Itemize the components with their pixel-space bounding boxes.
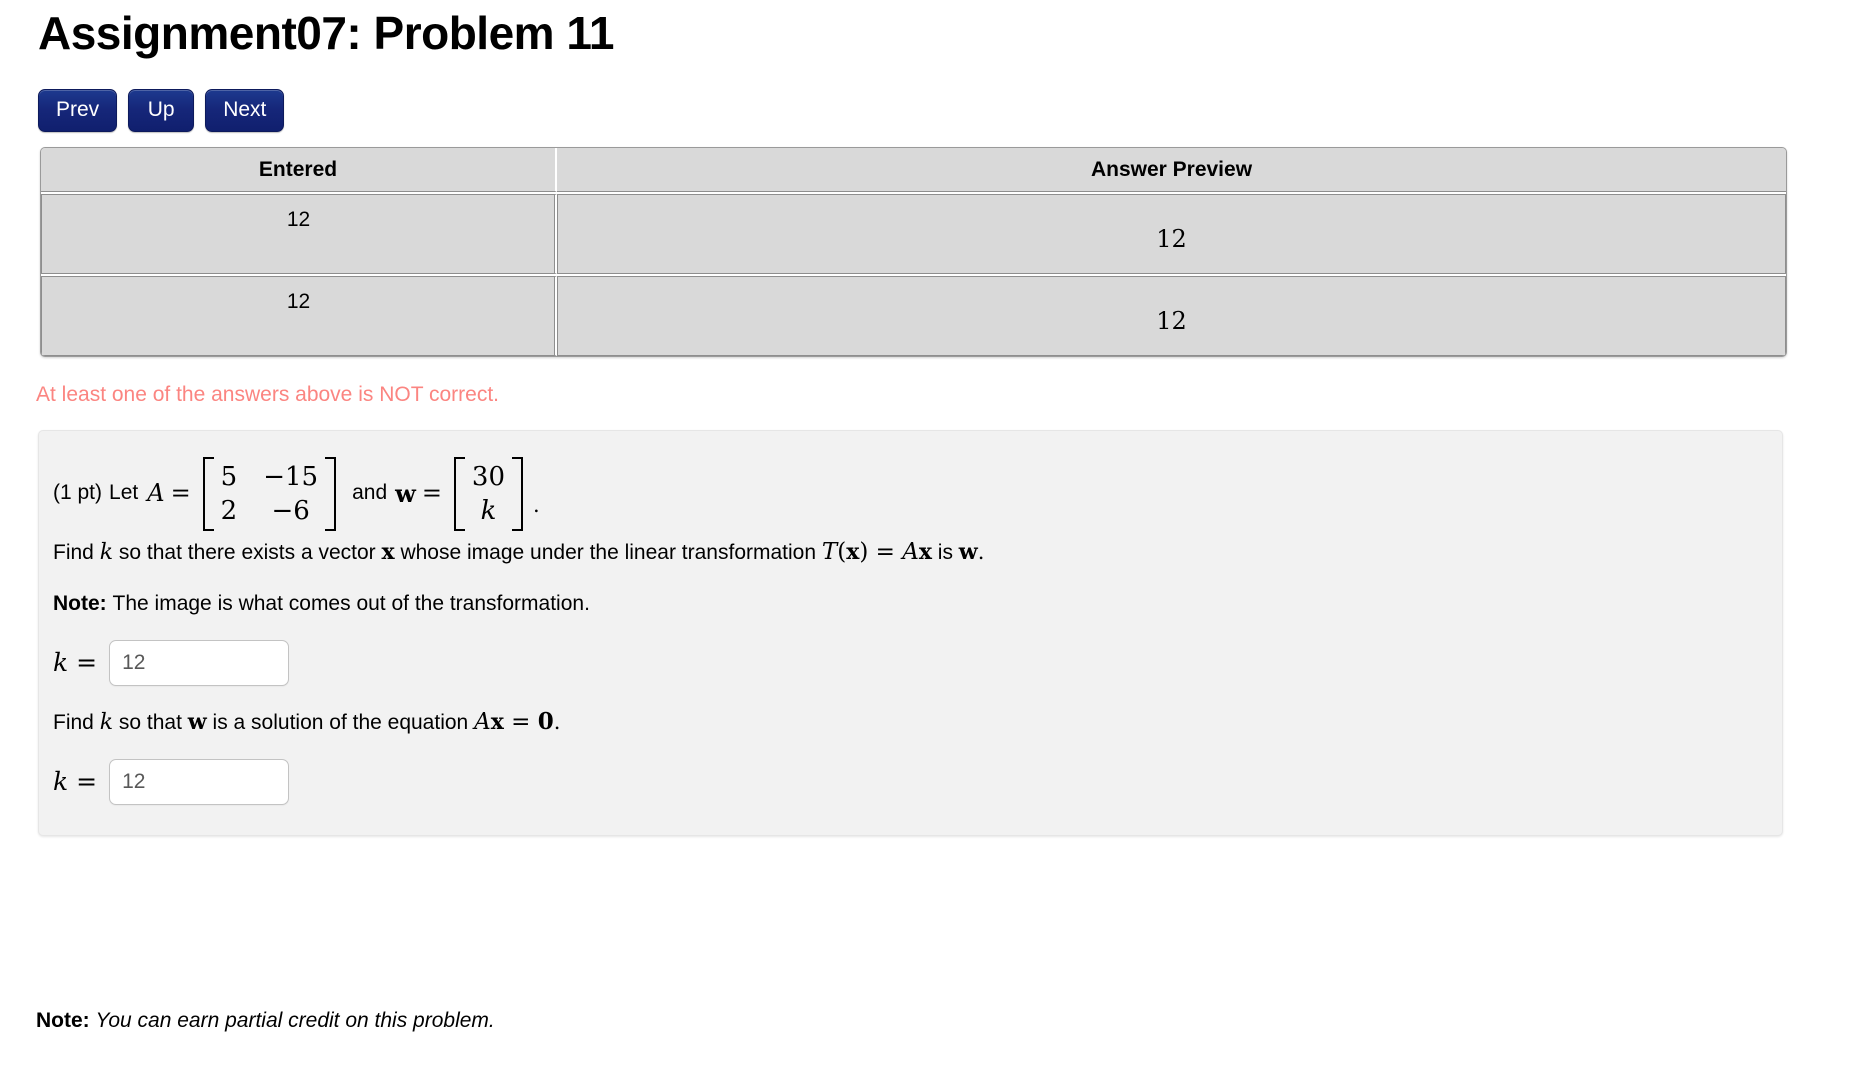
cell-entered-2: 12 — [41, 276, 557, 356]
answer-input-1[interactable] — [109, 640, 290, 686]
bracket-right-icon — [512, 457, 524, 531]
answer-2-label: k = — [53, 767, 98, 796]
problem-note: Note: The image is what comes out of the… — [53, 590, 590, 618]
matrix-a-r1c1: −6 — [271, 496, 310, 526]
bracket-left-icon — [202, 457, 214, 531]
points-label: (1 pt) — [53, 481, 103, 504]
problem-statement-matrices: (1 pt) Let A = 5 −15 2 −6 and w = 30 k . — [53, 457, 540, 531]
prev-button[interactable]: Prev — [38, 89, 118, 132]
cell-entered-1: 12 — [41, 194, 557, 274]
problem-note-text: The image is what comes out of the trans… — [112, 592, 590, 615]
bracket-right-icon — [325, 457, 337, 531]
question-2-text: Find k so that w is a solution of the eq… — [53, 708, 561, 735]
table-row: 12 12 — [41, 192, 1786, 274]
answer-results-table: Entered Answer Preview 12 12 12 12 — [40, 147, 1787, 357]
cell-preview-1: 12 — [557, 194, 1786, 274]
matrix-a-r0c0: 5 — [220, 462, 238, 492]
next-button[interactable]: Next — [205, 89, 285, 132]
and-label: and — [352, 481, 388, 504]
column-header-entered: Entered — [41, 148, 557, 192]
matrix-a-r1c0: 2 — [220, 496, 238, 526]
vector-w-name: w — [395, 478, 416, 508]
page-title: Assignment07: Problem 11 — [38, 7, 614, 59]
equals-sign-a: = — [170, 479, 191, 507]
status-message: At least one of the answers above is NOT… — [36, 383, 499, 406]
answer-row-1: k = — [53, 640, 290, 686]
table-header-row: Entered Answer Preview — [41, 148, 1786, 192]
let-label: Let — [109, 481, 139, 504]
vector-w: 30 k — [453, 457, 524, 531]
up-button[interactable]: Up — [128, 89, 195, 132]
problem-panel: (1 pt) Let A = 5 −15 2 −6 and w = 30 k .… — [38, 430, 1783, 836]
statement-period: . — [533, 493, 540, 517]
matrix-a: 5 −15 2 −6 — [202, 457, 337, 531]
vector-w-r0: 30 — [471, 462, 506, 492]
matrix-a-name: A — [147, 479, 165, 507]
partial-credit-note-label: Note: — [36, 1009, 90, 1032]
question-1-text: Find k so that there exists a vector x w… — [53, 539, 985, 565]
answer-row-2: k = — [53, 759, 290, 805]
table-row: 12 12 — [41, 274, 1786, 356]
column-header-answer-preview: Answer Preview — [557, 148, 1786, 192]
bracket-left-icon — [453, 457, 465, 531]
matrix-a-r0c1: −15 — [263, 462, 319, 492]
equals-sign-w: = — [421, 479, 442, 507]
problem-note-label: Note: — [53, 592, 107, 615]
answer-input-2[interactable] — [109, 759, 290, 805]
partial-credit-note-text: You can earn partial credit on this prob… — [95, 1009, 495, 1032]
partial-credit-note: Note: You can earn partial credit on thi… — [36, 1008, 495, 1034]
cell-preview-2: 12 — [557, 276, 1786, 356]
answer-1-label: k = — [53, 648, 98, 677]
problem-navigation: Prev Up Next — [38, 89, 285, 132]
problem-page: Assignment07: Problem 11 Prev Up Next En… — [0, 0, 1858, 1076]
vector-w-r1: k — [480, 496, 497, 526]
